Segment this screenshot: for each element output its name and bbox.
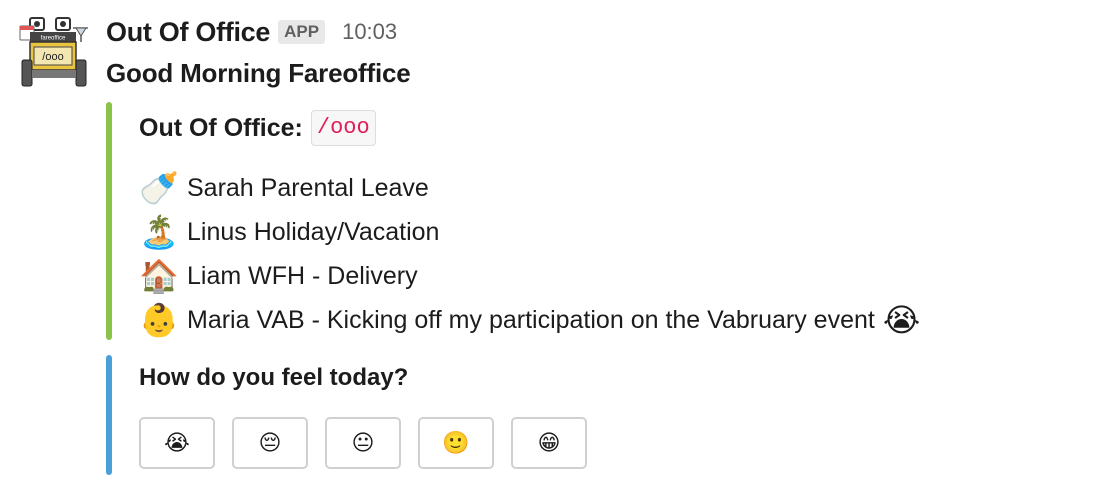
- crying-face-icon: 😭: [882, 302, 921, 338]
- greeting-text: Good Morning Fareoffice: [106, 58, 411, 88]
- timestamp[interactable]: 10:03: [342, 19, 397, 45]
- slightly-smiling-face-icon: 🙂: [442, 430, 470, 455]
- feel-attachment-bar: [106, 355, 112, 475]
- ooo-entry-text: Sarah Parental Leave: [187, 173, 429, 202]
- feel-button[interactable]: 😔: [232, 417, 308, 469]
- sender-name[interactable]: Out Of Office: [106, 17, 270, 48]
- ooo-attachment-bar: [106, 102, 112, 340]
- ooo-entry: 🏠 Liam WFH - Delivery: [139, 254, 920, 298]
- feel-button[interactable]: 😭: [139, 417, 215, 469]
- ooo-attachment-title: Out Of Office: /ooo: [139, 110, 376, 146]
- ooo-title-label: Out Of Office:: [139, 113, 303, 142]
- avatar-top-text: fareoffice: [41, 36, 66, 42]
- ooo-entry: 👶 Maria VAB - Kicking off my participatio…: [139, 298, 920, 342]
- baby-icon: 👶: [139, 302, 179, 338]
- house-icon: 🏠: [139, 258, 179, 294]
- app-avatar[interactable]: fareoffice /ooo: [18, 16, 92, 90]
- ooo-entry-list: 🍼 Sarah Parental Leave 🏝️ Linus Holiday/Vac…: [139, 166, 920, 342]
- feel-button[interactable]: 😁: [511, 417, 587, 469]
- feel-button[interactable]: 🙂: [418, 417, 494, 469]
- ooo-entry-text: Liam WFH - Delivery: [187, 261, 418, 290]
- ooo-entry: 🍼 Sarah Parental Leave: [139, 166, 920, 210]
- message-header: Out Of Office APP 10:03: [106, 14, 397, 50]
- ooo-entry-text: Maria VAB - Kicking off my participation…: [187, 305, 875, 334]
- crying-face-icon: 😭: [164, 430, 190, 455]
- feel-question: How do you feel today?: [139, 364, 409, 391]
- feel-button-row: 😭 😔 😐 🙂 😁: [139, 417, 604, 469]
- feel-button[interactable]: 😐: [325, 417, 401, 469]
- ooo-command-code: /ooo: [310, 110, 376, 146]
- grinning-face-icon: 😁: [537, 430, 561, 455]
- neutral-face-icon: 😐: [351, 430, 375, 455]
- pensive-face-icon: 😔: [258, 430, 282, 455]
- island-icon: 🏝️: [139, 214, 179, 250]
- ooo-entry-text: Linus Holiday/Vacation: [187, 217, 440, 246]
- app-badge: APP: [278, 20, 326, 44]
- baby-bottle-icon: 🍼: [139, 170, 179, 206]
- avatar-screen-text: /ooo: [42, 51, 63, 63]
- ooo-entry: 🏝️ Linus Holiday/Vacation: [139, 210, 920, 254]
